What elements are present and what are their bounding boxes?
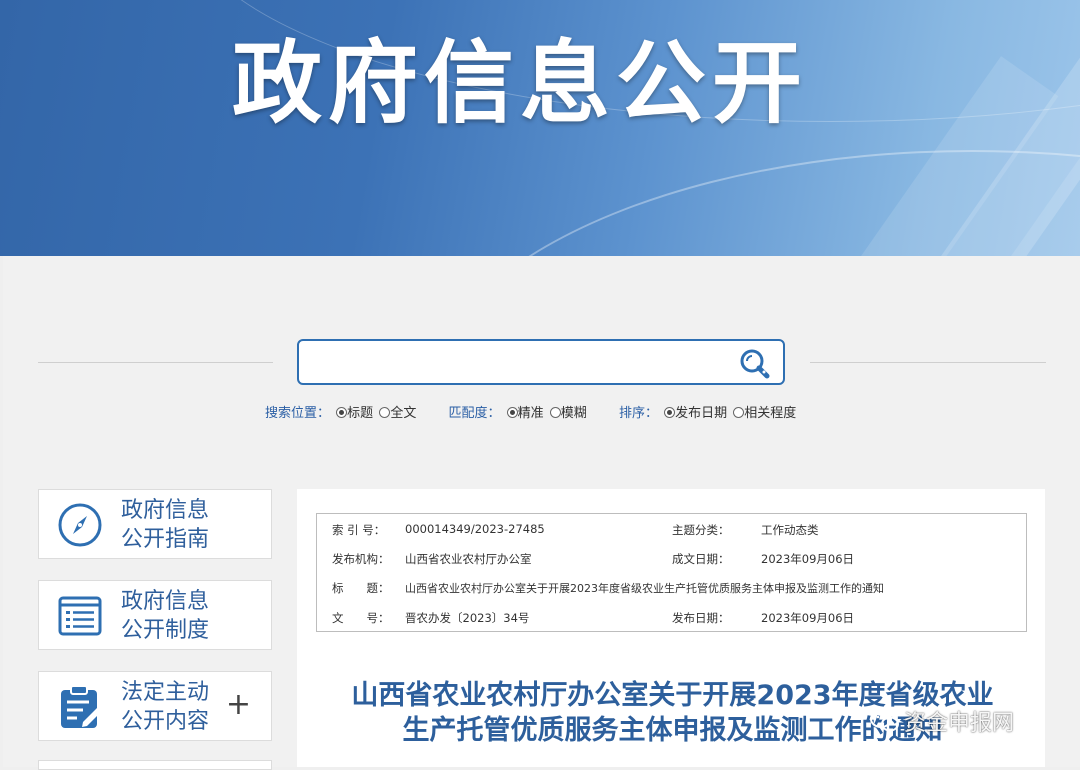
meta-row: 索 引 号： 000014349/2023-27485 主题分类： 工作动态类 [332, 522, 819, 537]
sidebar-item-label: 法定主动 公开内容 [121, 680, 210, 734]
search-input[interactable] [305, 345, 729, 381]
meta-row: 文 号： 晋农办发〔2023〕34号 发布日期： 2023年09月06日 [332, 611, 855, 625]
radio-unchecked-icon[interactable] [549, 407, 561, 418]
radio-checked-icon[interactable] [506, 407, 518, 418]
sidebar-item-next[interactable] [38, 760, 272, 770]
sidebar-item-content[interactable]: 法定主动 公开内容 + [38, 671, 272, 741]
radio-fulltext[interactable]: 全文 [377, 406, 416, 421]
search-icon[interactable] [737, 347, 773, 381]
compass-icon [58, 503, 102, 547]
radio-unchecked-icon[interactable] [379, 407, 391, 418]
search-options: 搜索位置： 标题 全文 匹配度： 精准 模糊 排序： 发布日期 相关程度 [265, 402, 824, 421]
match-label: 匹配度： [448, 406, 501, 421]
radio-exact[interactable]: 精准 [505, 406, 544, 421]
document-meta-table: 索 引 号： 000014349/2023-27485 主题分类： 工作动态类 … [316, 513, 1027, 632]
search-box [297, 339, 785, 385]
banner: 政府信息公开 [0, 0, 1080, 256]
radio-fuzzy[interactable]: 模糊 [548, 406, 587, 421]
radio-checked-icon[interactable] [336, 407, 348, 418]
sidebar-item-label: 政府信息 公开制度 [121, 589, 210, 643]
radio-sort-date[interactable]: 发布日期 [662, 406, 727, 421]
match-group: 匹配度： 精准 模糊 [448, 402, 586, 421]
clipboard-edit-icon [61, 685, 101, 728]
radio-title[interactable]: 标题 [334, 406, 373, 421]
divider-left [38, 362, 273, 363]
meta-row: 发布机构： 山西省农业农村厅办公室 成文日期： 2023年09月06日 [332, 552, 855, 566]
list-icon [58, 596, 102, 636]
search-position-label: 搜索位置： [265, 406, 331, 421]
sort-label: 排序： [618, 406, 658, 421]
sidebar-item-label: 政府信息 公开指南 [121, 498, 210, 552]
sidebar-item-guide[interactable]: 政府信息 公开指南 [38, 489, 272, 559]
watermark: 资金申报网 [870, 705, 1014, 737]
radio-sort-relevance[interactable]: 相关程度 [731, 406, 796, 421]
sort-group: 排序： 发布日期 相关程度 [619, 402, 796, 421]
search-position-group: 搜索位置： 标题 全文 [265, 402, 416, 421]
expand-icon[interactable]: + [226, 690, 251, 720]
wechat-icon [870, 710, 899, 732]
meta-row: 标 题： 山西省农业农村厅办公室关于开展2023年度省级农业生产托管优质服务主体… [332, 581, 884, 595]
banner-title: 政府信息公开 [232, 31, 808, 136]
radio-unchecked-icon[interactable] [733, 407, 745, 418]
divider-right [810, 362, 1046, 363]
sidebar-item-system[interactable]: 政府信息 公开制度 [38, 580, 272, 650]
radio-checked-icon[interactable] [664, 407, 676, 418]
